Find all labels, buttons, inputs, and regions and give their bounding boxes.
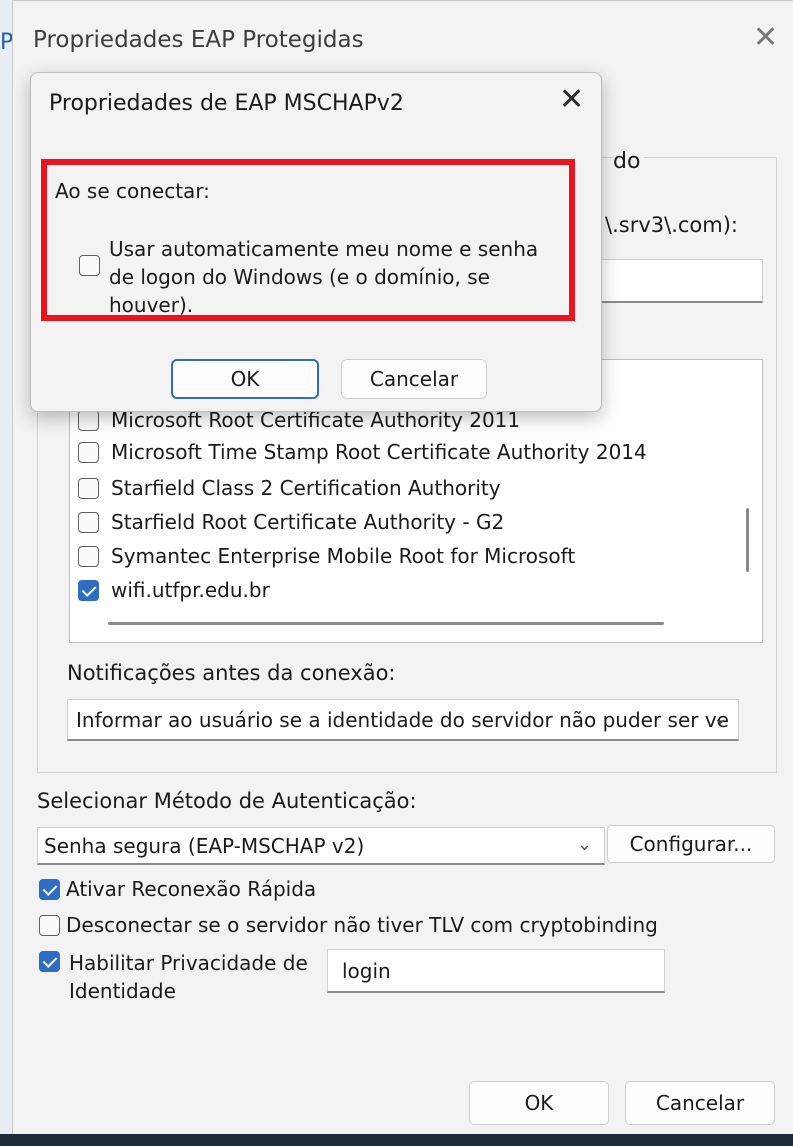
list-item[interactable]: Symantec Enterprise Mobile Root for Micr… — [78, 540, 575, 572]
certificate-label: Starfield Root Certificate Authority - G… — [111, 510, 505, 534]
identity-privacy-option[interactable] — [39, 951, 66, 972]
vertical-scrollbar[interactable] — [746, 508, 749, 572]
ok-button[interactable]: OK — [469, 1081, 609, 1125]
list-item[interactable]: Starfield Root Certificate Authority - G… — [78, 506, 504, 538]
identity-privacy-label: Habilitar Privacidade de Identidade — [69, 951, 308, 1003]
configure-button[interactable]: Configurar... — [607, 825, 775, 863]
chevron-down-icon: ⌄ — [712, 708, 728, 729]
notification-value: Informar ao usuário se a identidade do s… — [76, 707, 729, 732]
certificate-label: Symantec Enterprise Mobile Root for Micr… — [111, 544, 576, 568]
fast-reconnect-checkbox[interactable] — [39, 878, 60, 900]
dialog-title: Propriedades de EAP MSCHAPv2 — [49, 91, 404, 116]
close-icon[interactable]: ✕ — [559, 85, 584, 115]
identity-privacy-checkbox[interactable] — [39, 951, 60, 972]
close-icon[interactable]: ✕ — [753, 23, 778, 53]
horizontal-scrollbar[interactable] — [108, 622, 664, 625]
notification-select[interactable]: Informar ao usuário se a identidade do s… — [67, 699, 739, 741]
background-window-edge — [0, 0, 12, 1146]
list-item[interactable]: Starfield Class 2 Certification Authorit… — [78, 472, 501, 504]
group-title: do — [613, 149, 645, 174]
fast-reconnect-option[interactable]: Ativar Reconexão Rápida — [39, 877, 316, 901]
window-title: Propriedades EAP Protegidas — [33, 27, 364, 53]
auth-method-value: Senha segura (EAP-MSCHAP v2) — [44, 833, 365, 858]
eap-mschapv2-dialog: Propriedades de EAP MSCHAPv2 ✕ Ao se con… — [30, 72, 602, 412]
cryptobinding-checkbox[interactable] — [39, 914, 60, 936]
dialog-ok-button[interactable]: OK — [171, 359, 319, 399]
certificate-checkbox[interactable] — [78, 441, 99, 463]
server-names-input[interactable] — [593, 259, 763, 303]
list-item[interactable]: wifi.utfpr.edu.br — [78, 574, 270, 606]
taskbar-edge — [0, 1134, 793, 1146]
notification-label: Notificações antes da conexão: — [67, 661, 396, 685]
certificate-checkbox[interactable] — [78, 579, 99, 601]
certificate-checkbox[interactable] — [78, 477, 99, 499]
cryptobinding-label: Desconectar se o servidor não tiver TLV … — [66, 913, 658, 937]
certificate-checkbox[interactable] — [78, 545, 99, 567]
dialog-cancel-button[interactable]: Cancelar — [341, 359, 487, 399]
list-item[interactable]: Microsoft Time Stamp Root Certificate Au… — [78, 436, 647, 468]
certificate-label: Starfield Class 2 Certification Authorit… — [111, 476, 501, 500]
certificate-checkbox[interactable] — [78, 409, 99, 431]
certificate-checkbox[interactable] — [78, 511, 99, 533]
connect-label: Ao se conectar: — [55, 179, 210, 203]
certificate-label: Microsoft Time Stamp Root Certificate Au… — [111, 440, 647, 464]
auto-logon-label: Usar automaticamente meu nome e senha de… — [109, 237, 539, 317]
auth-method-label: Selecionar Método de Autenticação: — [37, 789, 417, 813]
cryptobinding-option[interactable]: Desconectar se o servidor não tiver TLV … — [39, 913, 658, 937]
cancel-button[interactable]: Cancelar — [625, 1081, 775, 1125]
auto-logon-checkbox[interactable] — [79, 255, 100, 276]
auth-method-select[interactable]: Senha segura (EAP-MSCHAP v2) ⌄ — [37, 827, 605, 865]
chevron-down-icon: ⌄ — [576, 834, 592, 855]
certificate-label: wifi.utfpr.edu.br — [111, 578, 270, 602]
identity-input[interactable]: login — [327, 949, 665, 993]
server-names-label: \.srv3\.com): — [605, 213, 738, 237]
fast-reconnect-label: Ativar Reconexão Rápida — [66, 877, 317, 901]
